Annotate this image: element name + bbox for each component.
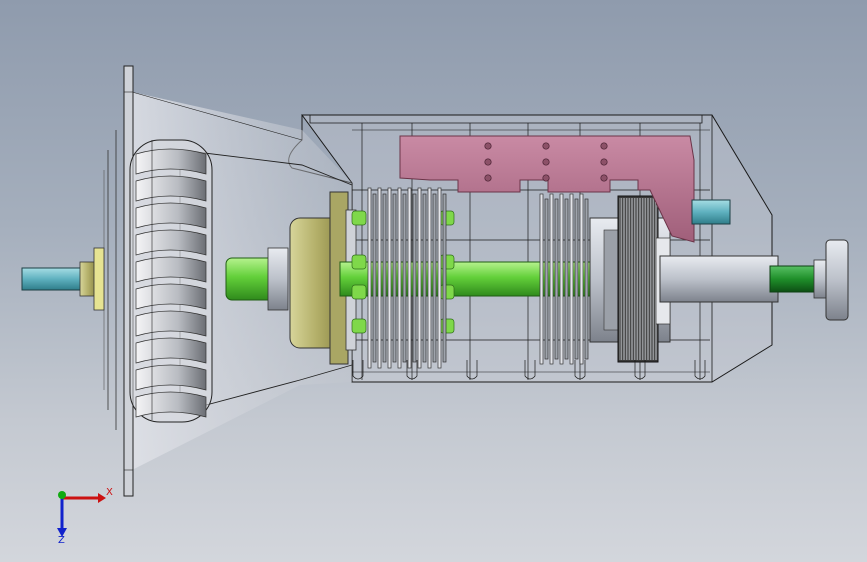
clutch-disc bbox=[564, 198, 569, 360]
oil-cooler-pipe[interactable] bbox=[691, 199, 731, 225]
valve-bolt-hole bbox=[542, 158, 550, 166]
clutch-disc bbox=[437, 187, 442, 369]
clutch-disc bbox=[579, 193, 584, 365]
clutch-disc bbox=[382, 193, 387, 363]
valve-bolt-hole bbox=[484, 158, 492, 166]
clutch-stud bbox=[351, 210, 367, 226]
clutch-disc bbox=[584, 198, 589, 360]
output-flange[interactable] bbox=[813, 239, 849, 321]
valve-bolt-hole bbox=[600, 142, 608, 150]
y-axis-dot bbox=[58, 491, 66, 499]
mounting-flange-plate[interactable] bbox=[103, 65, 134, 497]
clutch-disc bbox=[367, 187, 372, 369]
valve-bolt-hole bbox=[600, 174, 608, 182]
clutch-disc bbox=[407, 187, 412, 369]
torque-converter[interactable] bbox=[129, 139, 213, 423]
clutch-stud bbox=[439, 210, 455, 226]
valve-bolt-hole bbox=[484, 174, 492, 182]
x-axis-label: X bbox=[106, 487, 113, 498]
output-shaft[interactable] bbox=[659, 255, 817, 303]
clutch-stud bbox=[351, 284, 367, 300]
clutch-disc bbox=[387, 187, 392, 369]
clutch-disc bbox=[397, 187, 402, 369]
valve-bolt-hole bbox=[484, 142, 492, 150]
clutch-disc bbox=[544, 198, 549, 360]
clutch-disc bbox=[549, 193, 554, 365]
z-axis-label: Z bbox=[58, 535, 65, 544]
coordinate-triad: X Z bbox=[57, 487, 113, 544]
graphics-viewport[interactable]: X Z bbox=[0, 0, 867, 562]
x-axis-arrowhead bbox=[98, 493, 106, 503]
clutch-stud bbox=[351, 318, 367, 334]
clutch-disc bbox=[402, 193, 407, 363]
clutch-disc bbox=[432, 193, 437, 363]
input-bearing[interactable] bbox=[79, 247, 105, 311]
assembly-model[interactable] bbox=[0, 0, 867, 562]
clutch-disc bbox=[554, 198, 559, 360]
clutch-disc bbox=[377, 187, 382, 369]
clutch-disc bbox=[372, 193, 377, 363]
clutch-stud bbox=[439, 318, 455, 334]
clutch-disc bbox=[539, 193, 544, 365]
clutch-disc bbox=[559, 193, 564, 365]
clutch-stud bbox=[351, 254, 367, 270]
valve-bolt-hole bbox=[542, 142, 550, 150]
valve-bolt-hole bbox=[600, 158, 608, 166]
clutch-disc bbox=[569, 193, 574, 365]
clutch-disc bbox=[412, 193, 417, 363]
input-shaft[interactable] bbox=[21, 267, 89, 291]
clutch-disc bbox=[442, 193, 447, 363]
valve-bolt-hole bbox=[542, 174, 550, 182]
clutch-disc bbox=[422, 193, 427, 363]
clutch-disc bbox=[417, 187, 422, 369]
clutch-disc bbox=[574, 198, 579, 360]
clutch-stud bbox=[439, 284, 455, 300]
clutch-disc bbox=[427, 187, 432, 369]
clutch-disc bbox=[392, 193, 397, 363]
clutch-stud bbox=[439, 254, 455, 270]
